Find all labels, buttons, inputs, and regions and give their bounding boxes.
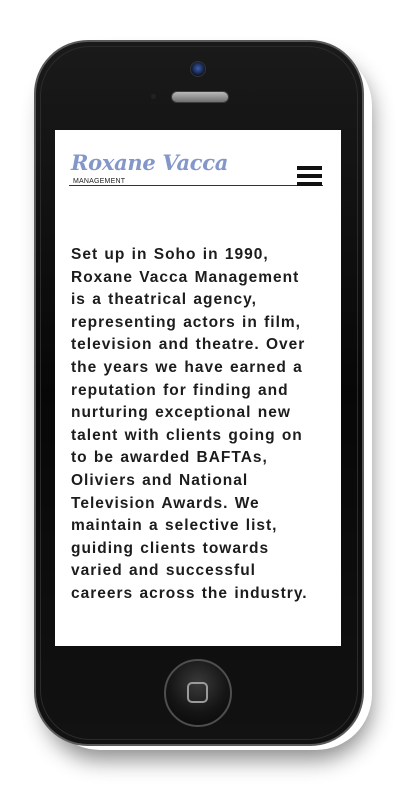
menu-bar-middle — [297, 174, 322, 178]
home-square-icon — [187, 682, 208, 703]
front-camera-icon — [190, 61, 206, 77]
brand-tagline: MANAGEMENT — [73, 178, 126, 185]
proximity-sensor — [151, 94, 156, 99]
brand-logo[interactable]: Roxane Vacca — [71, 150, 228, 175]
mockup-stage: Roxane Vacca MANAGEMENT Set up in Soho i… — [0, 0, 400, 800]
hamburger-menu-icon[interactable] — [297, 166, 323, 188]
earpiece-speaker — [171, 91, 229, 103]
site-header: Roxane Vacca MANAGEMENT — [69, 142, 323, 186]
menu-bar-bottom — [297, 182, 322, 186]
phone-screen: Roxane Vacca MANAGEMENT Set up in Soho i… — [55, 130, 341, 646]
home-button[interactable] — [164, 659, 232, 727]
menu-bar-top — [297, 166, 322, 170]
intro-paragraph: Set up in Soho in 1990, Roxane Vacca Man… — [71, 246, 308, 602]
